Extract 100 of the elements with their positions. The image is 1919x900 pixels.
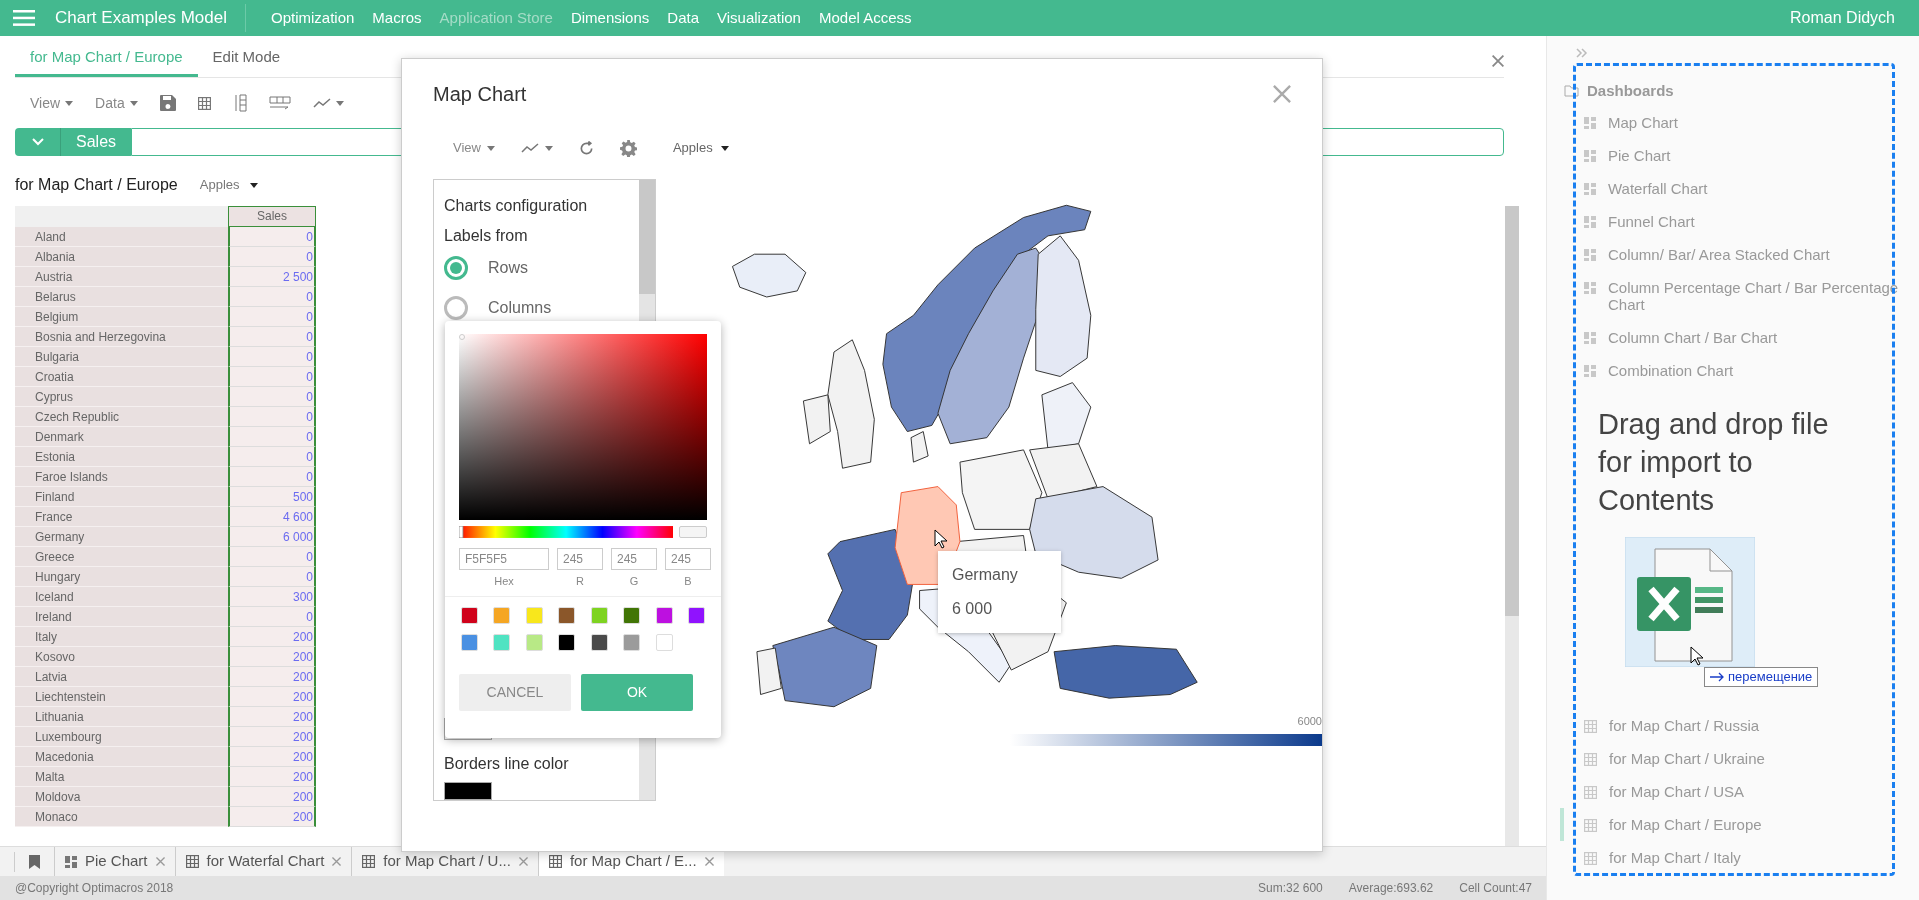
data-menu[interactable]: Data xyxy=(95,92,138,114)
row-label: Iceland xyxy=(15,587,228,607)
filter-dropdown[interactable]: Apples xyxy=(672,138,729,158)
grid-icon xyxy=(1584,819,1597,832)
row-label: Lithuania xyxy=(15,707,228,727)
tab[interactable]: Edit Mode xyxy=(197,45,296,77)
row-label: Germany xyxy=(15,527,228,547)
line-chart-icon xyxy=(520,143,539,153)
tab-label: for Map Chart / U... xyxy=(383,851,511,872)
row-label: Belarus xyxy=(15,287,228,307)
menu-item[interactable]: Visualization xyxy=(717,6,801,30)
close-icon[interactable] xyxy=(332,857,342,866)
save-icon[interactable] xyxy=(159,95,176,111)
menu-item[interactable]: Dimensions xyxy=(570,6,650,30)
row-label: Greece xyxy=(15,547,228,567)
bookmark-icon[interactable] xyxy=(29,854,40,869)
sum-text: Sum:32 600 xyxy=(1258,880,1323,897)
tab[interactable]: for Map Chart / Europe xyxy=(15,45,198,77)
hue-thumb[interactable] xyxy=(459,526,464,538)
chart-type-menu[interactable] xyxy=(312,98,344,108)
close-icon[interactable] xyxy=(155,857,165,866)
saturation-area[interactable] xyxy=(459,334,707,520)
color-swatch[interactable] xyxy=(444,782,492,800)
row-label: Monaco xyxy=(15,807,228,827)
item-label: Funnel Chart xyxy=(1608,213,1695,230)
caret-icon xyxy=(720,145,729,151)
cancel-button[interactable]: CANCEL xyxy=(459,673,571,711)
sidebar-item[interactable]: for Map Chart / Russia xyxy=(1560,709,1919,742)
folder-icon xyxy=(1564,85,1579,97)
rows-icon[interactable] xyxy=(268,96,291,110)
row-label: Liechtenstein xyxy=(15,687,228,707)
scrollbar[interactable] xyxy=(1505,206,1519,846)
view-menu[interactable]: View xyxy=(30,92,74,114)
row-label: Ireland xyxy=(15,607,228,627)
hue-slider[interactable] xyxy=(459,526,674,538)
menu-item[interactable]: Optimization xyxy=(270,6,355,30)
dashboard-icon xyxy=(1584,282,1596,294)
row-label: Bosnia and Herzegovina xyxy=(15,327,228,347)
table-cell: 200 xyxy=(228,627,316,647)
close-icon[interactable] xyxy=(518,857,528,866)
sidebar-item[interactable]: for Map Chart / Ukraine xyxy=(1560,742,1919,775)
menu-item[interactable]: Model Access xyxy=(818,6,912,30)
color-value-field[interactable]: 245 xyxy=(665,548,711,570)
color-value-field[interactable]: F5F5F5 xyxy=(459,548,549,570)
chevrons-right-icon[interactable] xyxy=(1576,48,1588,58)
average-text: Average:693.62 xyxy=(1348,880,1434,897)
menu-icon[interactable] xyxy=(13,10,35,26)
item-label: for Map Chart / Ukraine xyxy=(1609,750,1765,767)
collapse-button[interactable] xyxy=(15,128,61,156)
grid-icon xyxy=(1584,852,1597,865)
sidebar-item[interactable]: Column Chart / Bar Chart xyxy=(1560,321,1919,354)
grid-title: for Map Chart / Europe xyxy=(15,175,178,195)
row-label: Bulgaria xyxy=(15,347,228,367)
row-label: Malta xyxy=(15,767,228,787)
refresh-icon[interactable] xyxy=(578,140,594,156)
item-label: Column Percentage Chart / Bar Percentage Chart xyxy=(1608,279,1899,313)
user-name[interactable]: Roman Didych xyxy=(1790,6,1895,30)
close-icon[interactable] xyxy=(1273,85,1291,103)
section-label: Labels from xyxy=(444,226,529,246)
dashboard-icon xyxy=(1584,117,1596,129)
dashboard-icon xyxy=(1584,332,1596,344)
table-cell: 0 xyxy=(228,567,316,587)
table-cell: 200 xyxy=(228,747,316,767)
sidebar-item[interactable]: for Map Chart / Italy xyxy=(1560,841,1919,874)
sidebar-item[interactable]: Combination Chart xyxy=(1560,354,1919,387)
radio-button[interactable] xyxy=(444,256,468,280)
dashboard-icon xyxy=(65,855,77,868)
field-label: B xyxy=(684,574,692,589)
app-title: Chart Examples Model xyxy=(55,7,227,30)
row-label: Belgium xyxy=(15,307,228,327)
table-cell: 4 600 xyxy=(228,507,316,527)
menu-item[interactable]: Macros xyxy=(372,6,422,30)
columns-icon[interactable] xyxy=(232,94,247,112)
sidebar-item[interactable]: Funnel Chart xyxy=(1560,205,1919,238)
filter-dropdown[interactable]: Apples xyxy=(199,175,258,195)
sidebar-item[interactable]: Map Chart xyxy=(1560,106,1919,139)
sidebar-item[interactable]: Column/ Bar/ Area Stacked Chart xyxy=(1560,238,1919,271)
cursor-icon xyxy=(934,529,948,549)
sidebar-item[interactable]: Pie Chart xyxy=(1560,139,1919,172)
sidebar-item[interactable]: Column Percentage Chart / Bar Percentage Chart xyxy=(1560,271,1919,321)
settings-icon[interactable] xyxy=(619,139,637,157)
sidebar-item[interactable]: for Map Chart / Europe xyxy=(1560,808,1919,841)
close-icon[interactable] xyxy=(704,857,714,866)
chart-type-menu[interactable] xyxy=(520,143,553,153)
menu-item[interactable]: Data xyxy=(667,6,699,30)
color-value-field[interactable]: 245 xyxy=(611,548,657,570)
caret-icon xyxy=(129,100,138,106)
close-icon[interactable] xyxy=(1492,55,1504,67)
sidebar-item[interactable]: for Map Chart / USA xyxy=(1560,775,1919,808)
view-menu[interactable]: View xyxy=(453,138,495,158)
color-value-field[interactable]: 245 xyxy=(557,548,603,570)
ok-button[interactable]: OK xyxy=(581,673,693,711)
item-label: Column/ Bar/ Area Stacked Chart xyxy=(1608,246,1830,263)
section-title[interactable]: Dashboards xyxy=(1587,79,1674,103)
item-label: Column Chart / Bar Chart xyxy=(1608,329,1778,346)
table-cell: 200 xyxy=(228,707,316,727)
row-label: Faroe Islands xyxy=(15,467,228,487)
table-cell: 0 xyxy=(228,387,316,407)
table-cell: 200 xyxy=(228,647,316,667)
sidebar-item[interactable]: Waterfall Chart xyxy=(1560,172,1919,205)
